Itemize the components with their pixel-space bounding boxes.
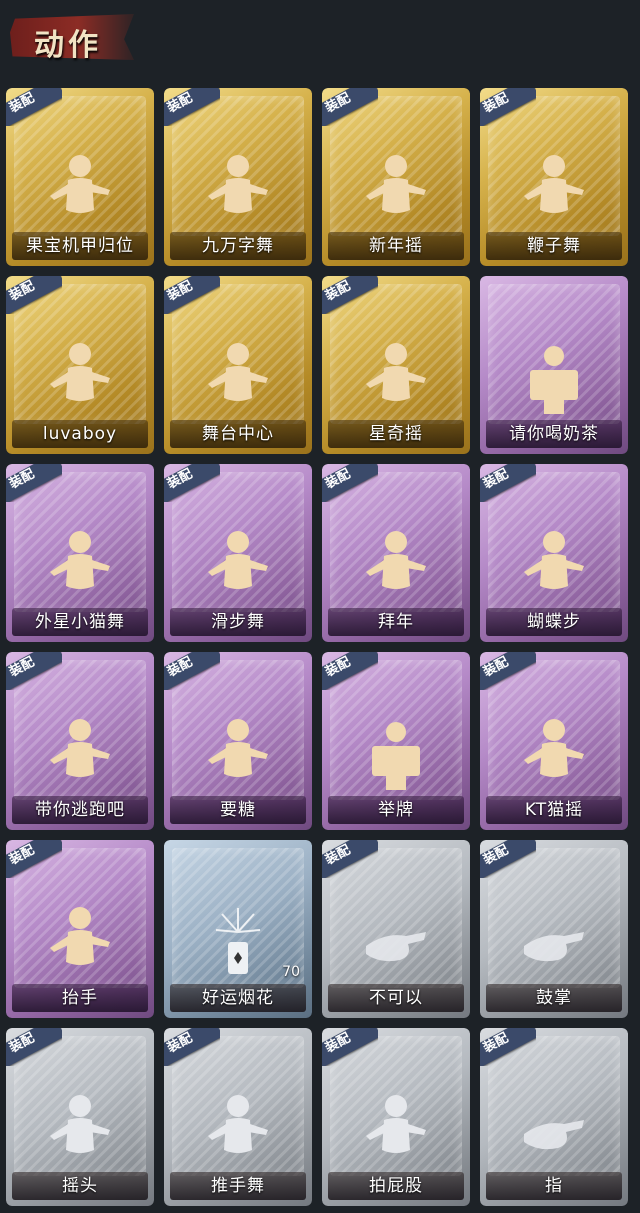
emote-card[interactable]: 举牌 装配 — [322, 652, 470, 830]
emote-label: 蝴蝶步 — [527, 612, 581, 632]
emote-card[interactable]: 外星小猫舞 装配 — [6, 464, 154, 642]
emote-card[interactable]: 蝴蝶步 装配 — [480, 464, 628, 642]
sign-pose-icon — [514, 338, 594, 418]
equipped-badge: 装配 — [480, 464, 536, 502]
equipped-badge: 装配 — [6, 276, 62, 314]
emote-label: 好运烟花 — [202, 988, 274, 1008]
emote-label: 外星小猫舞 — [35, 612, 125, 632]
dance-pose-icon — [40, 526, 120, 606]
emote-card[interactable]: 不可以 装配 — [322, 840, 470, 1018]
item-count: 70 — [282, 964, 300, 980]
emote-label: 摇头 — [62, 1176, 98, 1196]
emote-card[interactable]: 抬手 装配 — [6, 840, 154, 1018]
emote-label: KT猫摇 — [524, 800, 584, 820]
emote-label: 新年摇 — [369, 236, 423, 256]
emote-card[interactable]: 果宝机甲归位 装配 — [6, 88, 154, 266]
bow-pose-icon — [356, 1090, 436, 1170]
dance-pose-icon — [514, 526, 594, 606]
reach-pose-icon — [198, 714, 278, 794]
emote-card[interactable]: 舞台中心 装配 — [164, 276, 312, 454]
emote-card[interactable]: KT猫摇 装配 — [480, 652, 628, 830]
dance-pose-icon — [40, 714, 120, 794]
emote-card[interactable]: 鼓掌 装配 — [480, 840, 628, 1018]
equipped-badge: 装配 — [322, 652, 378, 690]
emote-card[interactable]: 新年摇 装配 — [322, 88, 470, 266]
dance-pose-icon — [356, 150, 436, 230]
emote-card[interactable]: 摇头 装配 — [6, 1028, 154, 1206]
dance-pose-icon — [198, 338, 278, 418]
emote-card[interactable]: 带你逃跑吧 装配 — [6, 652, 154, 830]
equipped-badge: 装配 — [6, 652, 62, 690]
equipped-badge: 装配 — [480, 840, 536, 878]
point-hand-icon — [514, 1090, 594, 1170]
emote-card[interactable]: luvaboy 装配 — [6, 276, 154, 454]
clap-hands-icon — [514, 902, 594, 982]
sign-pose-icon — [356, 714, 436, 794]
emote-label: 带你逃跑吧 — [35, 800, 125, 820]
equipped-badge: 装配 — [6, 1028, 62, 1066]
emote-card[interactable]: 拜年 装配 — [322, 464, 470, 642]
emote-card[interactable]: 星奇摇 装配 — [322, 276, 470, 454]
emote-label: 不可以 — [369, 988, 423, 1008]
emote-label: luvaboy — [42, 424, 118, 444]
dance-pose-icon — [514, 150, 594, 230]
page-title: 动作 — [34, 28, 102, 63]
equipped-badge: 装配 — [480, 652, 536, 690]
dance-pose-icon — [356, 338, 436, 418]
dance-pose-icon — [40, 338, 120, 418]
equipped-badge: 装配 — [164, 464, 220, 502]
emote-card[interactable]: 滑步舞 装配 — [164, 464, 312, 642]
equipped-badge: 装配 — [6, 88, 62, 126]
equipped-badge: 装配 — [322, 840, 378, 878]
emote-label: 拍屁股 — [369, 1176, 423, 1196]
equipped-badge: 装配 — [322, 276, 378, 314]
dance-pose-icon — [198, 526, 278, 606]
equipped-badge: 装配 — [322, 1028, 378, 1066]
emote-label: 拜年 — [378, 612, 414, 632]
dance-pose-icon — [198, 150, 278, 230]
emote-card[interactable]: 请你喝奶茶 — [480, 276, 628, 454]
emote-label: 指 — [545, 1176, 563, 1196]
equipped-badge: 装配 — [164, 1028, 220, 1066]
emote-card[interactable]: 拍屁股 装配 — [322, 1028, 470, 1206]
emote-label: 鞭子舞 — [527, 236, 581, 256]
emote-card[interactable]: 好运烟花 70 — [164, 840, 312, 1018]
emote-card[interactable]: 要糖 装配 — [164, 652, 312, 830]
emote-label: 推手舞 — [211, 1176, 265, 1196]
emote-label: 舞台中心 — [202, 424, 274, 444]
equipped-badge: 装配 — [480, 1028, 536, 1066]
emote-card[interactable]: 九万字舞 装配 — [164, 88, 312, 266]
emote-label: 九万字舞 — [202, 236, 274, 256]
emote-label: 请你喝奶茶 — [509, 424, 599, 444]
finger-wag-icon — [356, 902, 436, 982]
dance-pose-icon — [40, 150, 120, 230]
dance-pose-icon — [198, 1090, 278, 1170]
equipped-badge: 装配 — [164, 652, 220, 690]
equipped-badge: 装配 — [480, 88, 536, 126]
bow-pose-icon — [356, 526, 436, 606]
emote-label: 果宝机甲归位 — [26, 236, 134, 256]
reach-pose-icon — [40, 902, 120, 982]
equipped-badge: 装配 — [322, 464, 378, 502]
equipped-badge: 装配 — [322, 88, 378, 126]
dance-pose-icon — [40, 1090, 120, 1170]
equipped-badge: 装配 — [164, 276, 220, 314]
emote-card[interactable]: 鞭子舞 装配 — [480, 88, 628, 266]
emote-label: 星奇摇 — [369, 424, 423, 444]
emote-label: 要糖 — [220, 800, 256, 820]
equipped-badge: 装配 — [6, 840, 62, 878]
firework-icon — [198, 902, 278, 982]
emote-label: 举牌 — [378, 800, 414, 820]
emote-label: 鼓掌 — [536, 988, 572, 1008]
emote-card[interactable]: 推手舞 装配 — [164, 1028, 312, 1206]
emote-label: 滑步舞 — [211, 612, 265, 632]
equipped-badge: 装配 — [6, 464, 62, 502]
header: 动作 — [0, 0, 640, 80]
emote-card[interactable]: 指 装配 — [480, 1028, 628, 1206]
emote-label: 抬手 — [62, 988, 98, 1008]
equipped-badge: 装配 — [164, 88, 220, 126]
dance-pose-icon — [514, 714, 594, 794]
